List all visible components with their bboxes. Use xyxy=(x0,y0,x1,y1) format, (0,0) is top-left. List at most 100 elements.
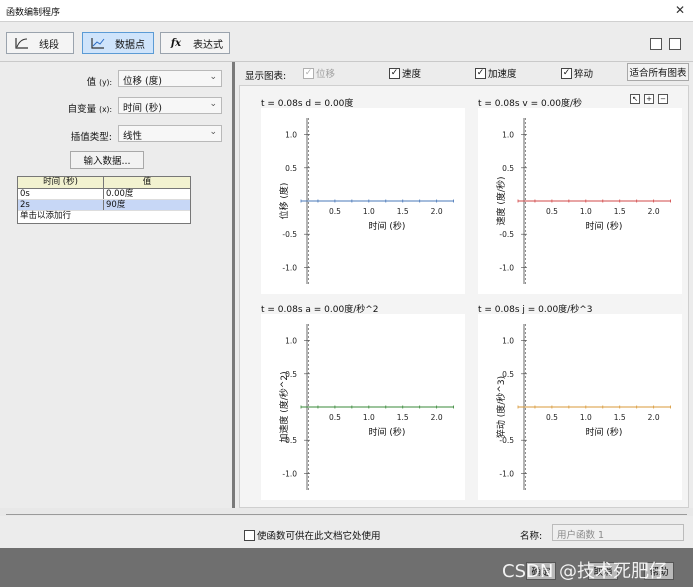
open-icon[interactable] xyxy=(669,38,681,50)
chevron-down-icon: ⌄ xyxy=(209,72,217,82)
zoom-out-icon[interactable]: − xyxy=(658,94,668,104)
divider xyxy=(6,514,687,515)
plot-displacement: t = 0.08s d = 0.00度 1.0 0.5 -0.5 -1.0 0.5 1.0… xyxy=(243,90,465,300)
y-tick-label: 1.0 xyxy=(502,337,514,346)
input-data-button[interactable]: 输入数据... xyxy=(70,151,144,169)
toolbar: 线段 数据点 fx 表达式 xyxy=(0,22,693,62)
function-name-field[interactable]: 用户函数 1 xyxy=(552,524,684,541)
y-tick-label: -1.0 xyxy=(499,263,514,272)
x-tick-label: 2.0 xyxy=(648,413,660,422)
interp-label: 插值类型: xyxy=(70,132,112,143)
datapoints-chart-icon xyxy=(89,35,107,51)
checkbox-empty xyxy=(244,529,255,541)
x-tick-label: 2.0 xyxy=(431,413,443,422)
y-tick-label: 1.0 xyxy=(285,337,297,346)
pointer-icon[interactable]: ↖ xyxy=(630,94,640,104)
x-tick-label: 1.5 xyxy=(614,413,626,422)
y-tick-label: 0.5 xyxy=(285,164,297,173)
table-row[interactable]: 2s 90度 xyxy=(18,200,190,211)
independent-var-select[interactable]: 时间 (秒) ⌄ xyxy=(118,97,222,114)
velocity-checkbox[interactable]: ✓ 速度 xyxy=(389,66,421,80)
y-tick-label: -1.0 xyxy=(282,263,297,272)
plots-area: t = 0.08s d = 0.00度 1.0 0.5 -0.5 -1.0 0.5 1.0… xyxy=(239,85,689,508)
show-charts-label: 显示图表: xyxy=(245,71,287,82)
value-row: 值 (y): 位移 (度) ⌄ xyxy=(0,70,232,90)
left-pane: 值 (y): 位移 (度) ⌄ 自变量 (x): 时间 (秒) ⌄ 插值类型: … xyxy=(0,62,232,508)
data-table: 时间 (秒) 值 0s 0.00度 2s 90度 单击以添加行 xyxy=(17,176,191,224)
share-function-checkbox[interactable]: 使函数可供在此文档它处使用 xyxy=(244,528,381,542)
expression-button[interactable]: fx 表达式 xyxy=(160,32,230,54)
y-axis-label: 位移 (度) xyxy=(278,183,290,220)
chevron-down-icon: ⌄ xyxy=(209,127,217,137)
x-tick-label: 2.0 xyxy=(431,207,443,216)
x-tick-label: 1.0 xyxy=(363,207,375,216)
x-tick-label: 0.5 xyxy=(546,413,558,422)
function-fx-icon: fx xyxy=(170,37,182,49)
x-tick-label: 2.0 xyxy=(648,207,660,216)
x-tick-label: 0.5 xyxy=(546,207,558,216)
jerk-checkbox[interactable]: ✓ 猝动 xyxy=(561,66,593,80)
interp-select[interactable]: 线性 ⌄ xyxy=(118,125,222,142)
segments-label: 线段 xyxy=(39,39,59,51)
save-icon[interactable] xyxy=(650,38,662,50)
table-row[interactable]: 0s 0.00度 xyxy=(18,189,190,200)
x-tick-label: 1.0 xyxy=(580,413,592,422)
chevron-down-icon: ⌄ xyxy=(209,99,217,109)
interp-row: 插值类型: 线性 ⌄ xyxy=(0,125,232,145)
x-tick-label: 1.5 xyxy=(397,207,409,216)
plot-velocity: t = 0.08s v = 0.00度/秒 ↖ + − 1.0 0.5 -0.5 -1… xyxy=(460,90,682,300)
plot-canvas[interactable]: 1.0 0.5 -0.5 -1.0 0.5 1.0 1.5 2.0 时间 (秒) 位移 (度) xyxy=(261,108,465,294)
fit-all-charts-button[interactable]: 适合所有图表 xyxy=(627,63,689,81)
watermark: CSDN @技术死肥仔 xyxy=(502,561,668,582)
y-axis-label: 加速度 (度/秒^2) xyxy=(278,371,290,442)
close-icon[interactable]: ✕ xyxy=(675,3,685,17)
x-axis-label: 时间 (秒) xyxy=(586,426,623,438)
x-axis-label: 时间 (秒) xyxy=(586,220,623,232)
plot-jerk: t = 0.08s j = 0.00度/秒^3 1.0 0.5 -0.5 -1.0 0.… xyxy=(460,296,682,506)
y-tick-label: 0.5 xyxy=(502,164,514,173)
right-pane: 显示图表: ✓ 位移 ✓ 速度 ✓ 加速度 ✓ 猝动 适合所有图表 t = 0.08s … xyxy=(235,62,693,508)
plot-canvas[interactable]: 1.0 0.5 -0.5 -1.0 0.5 1.0 1.5 2.0 时间 (秒) 速度 (度/秒) xyxy=(478,108,682,294)
y-tick-label: -0.5 xyxy=(282,230,297,239)
y-tick-label: 1.0 xyxy=(502,131,514,140)
x-axis-label: 时间 (秒) xyxy=(369,220,406,232)
y-tick-label: -1.0 xyxy=(282,469,297,478)
col-header-time: 时间 (秒) xyxy=(18,177,104,188)
x-tick-label: 1.0 xyxy=(580,207,592,216)
datapoints-label: 数据点 xyxy=(115,39,145,51)
check-icon: ✓ xyxy=(561,67,572,79)
plot-canvas[interactable]: 1.00.5-0.5-1.00.5 1.0 1.5 2.0时间 (秒)加速度 (度/秒… xyxy=(261,314,465,500)
datapoints-button[interactable]: 数据点 xyxy=(82,32,154,54)
check-icon: ✓ xyxy=(475,67,486,79)
name-label: 名称: xyxy=(520,531,543,542)
plot-canvas[interactable]: 1.00.5-0.5-1.00.5 1.0 1.5 2.0时间 (秒)猝动 (度/秒^… xyxy=(478,314,682,500)
x-tick-label: 0.5 xyxy=(329,207,341,216)
y-tick-label: -0.5 xyxy=(499,230,514,239)
segment-curve-icon xyxy=(13,35,31,51)
y-tick-label: -1.0 xyxy=(499,469,514,478)
independent-var-row: 自变量 (x): 时间 (秒) ⌄ xyxy=(0,97,232,117)
window-title: 函数编制程序 xyxy=(6,8,61,18)
y-axis-label: 速度 (度/秒) xyxy=(495,177,507,226)
acceleration-checkbox[interactable]: ✓ 加速度 xyxy=(475,66,517,80)
segments-button[interactable]: 线段 xyxy=(6,32,74,54)
displacement-checkbox: ✓ 位移 xyxy=(303,67,336,80)
zoom-in-icon[interactable]: + xyxy=(644,94,654,104)
value-label: 值 (y): xyxy=(86,77,112,88)
plot-acceleration: t = 0.08s a = 0.00度/秒^2 1.0 0.5 -0.5 -1.0 0.… xyxy=(243,296,465,506)
x-tick-label: 1.0 xyxy=(363,413,375,422)
value-select[interactable]: 位移 (度) ⌄ xyxy=(118,70,222,87)
x-tick-label: 0.5 xyxy=(329,413,341,422)
expression-label: 表达式 xyxy=(193,39,223,51)
y-axis-label: 猝动 (度/秒^3) xyxy=(495,376,507,438)
show-charts-bar: 显示图表: ✓ 位移 ✓ 速度 ✓ 加速度 ✓ 猝动 适合所有图表 xyxy=(235,62,693,84)
independent-var-label: 自变量 (x): xyxy=(67,104,112,115)
add-row-prompt[interactable]: 单击以添加行 xyxy=(18,211,190,223)
y-tick-label: 1.0 xyxy=(285,131,297,140)
col-header-value: 值 xyxy=(142,177,152,187)
title-bar: 函数编制程序 ✕ xyxy=(0,0,693,22)
x-axis-label: 时间 (秒) xyxy=(369,426,406,438)
check-icon: ✓ xyxy=(389,67,400,79)
table-header: 时间 (秒) 值 xyxy=(18,177,190,189)
check-icon: ✓ xyxy=(303,67,314,79)
